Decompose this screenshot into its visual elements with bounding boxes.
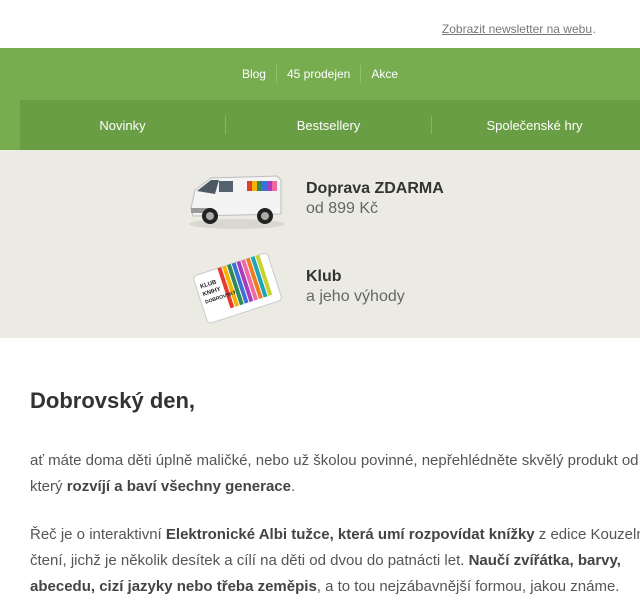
main-nav-wrap: Novinky Bestsellery Společenské hry bbox=[0, 100, 640, 150]
nav-blog[interactable]: Blog bbox=[232, 67, 276, 81]
link-period: . bbox=[592, 22, 596, 36]
paragraph-product: Řeč je o interaktivní Elektronické Albi … bbox=[30, 522, 640, 600]
nav-sale[interactable]: Akce bbox=[361, 67, 408, 81]
greeting-heading: Dobrovský den, bbox=[30, 388, 196, 413]
view-in-browser-link[interactable]: Zobrazit newsletter na webu bbox=[442, 22, 592, 36]
top-bar: Zobrazit newsletter na webu . bbox=[0, 0, 640, 48]
club-card-icon: KLUB KNIHY DOBROVSKÝ bbox=[185, 252, 290, 324]
para1-text: . bbox=[290, 478, 296, 495]
para2-text: Řeč je o interaktivní bbox=[30, 526, 166, 543]
promo-club-title: Klub bbox=[306, 268, 342, 285]
main-nav: Novinky Bestsellery Společenské hry bbox=[20, 100, 640, 150]
para2-text: čtení, jichž je několik desítek a cílí n… bbox=[30, 552, 469, 569]
promo-club[interactable]: KLUB KNIHY DOBROVSKÝ Klub a jeho výhody bbox=[185, 252, 405, 324]
nav-new[interactable]: Novinky bbox=[20, 118, 225, 133]
promo-shipping[interactable]: Doprava ZDARMA od 899 Kč bbox=[185, 164, 444, 234]
promo-shipping-title: Doprava ZDARMA bbox=[306, 180, 444, 197]
para2-highlight: abecedu, cizí jazyky nebo třeba zeměpis bbox=[30, 578, 317, 595]
promo-shipping-sub: od 899 Kč bbox=[306, 200, 379, 217]
promo-banner: Doprava ZDARMA od 899 Kč KLUB KNIHY DOBR… bbox=[0, 150, 640, 338]
para2-text: , a to tou nejzábavnější formou, jakou z… bbox=[316, 578, 620, 595]
nav-board-games[interactable]: Společenské hry bbox=[432, 118, 637, 133]
para2-highlight: Naučí zvířátka, barvy, bbox=[468, 552, 621, 569]
nav-stores[interactable]: 45 prodejen bbox=[277, 67, 360, 81]
van-icon bbox=[185, 164, 290, 234]
secondary-nav: Blog 45 prodejen Akce bbox=[0, 48, 640, 100]
paragraph-intro: ať máte doma děti úplně maličké, nebo už… bbox=[30, 448, 639, 500]
nav-bestsellers[interactable]: Bestsellery bbox=[226, 118, 431, 133]
para2-text: z edice Kouzelné bbox=[538, 526, 640, 543]
promo-club-sub: a jeho výhody bbox=[306, 288, 405, 305]
para2-highlight: Elektronické Albi tužce, která umí rozpo… bbox=[165, 526, 535, 543]
para1-text: ať máte doma děti úplně maličké, nebo už… bbox=[30, 452, 639, 469]
email-body: Dobrovský den, ať máte doma děti úplně m… bbox=[0, 388, 640, 600]
para1-highlight: rozvíjí a baví všechny generace bbox=[66, 478, 291, 495]
para1-text: který bbox=[30, 478, 67, 495]
